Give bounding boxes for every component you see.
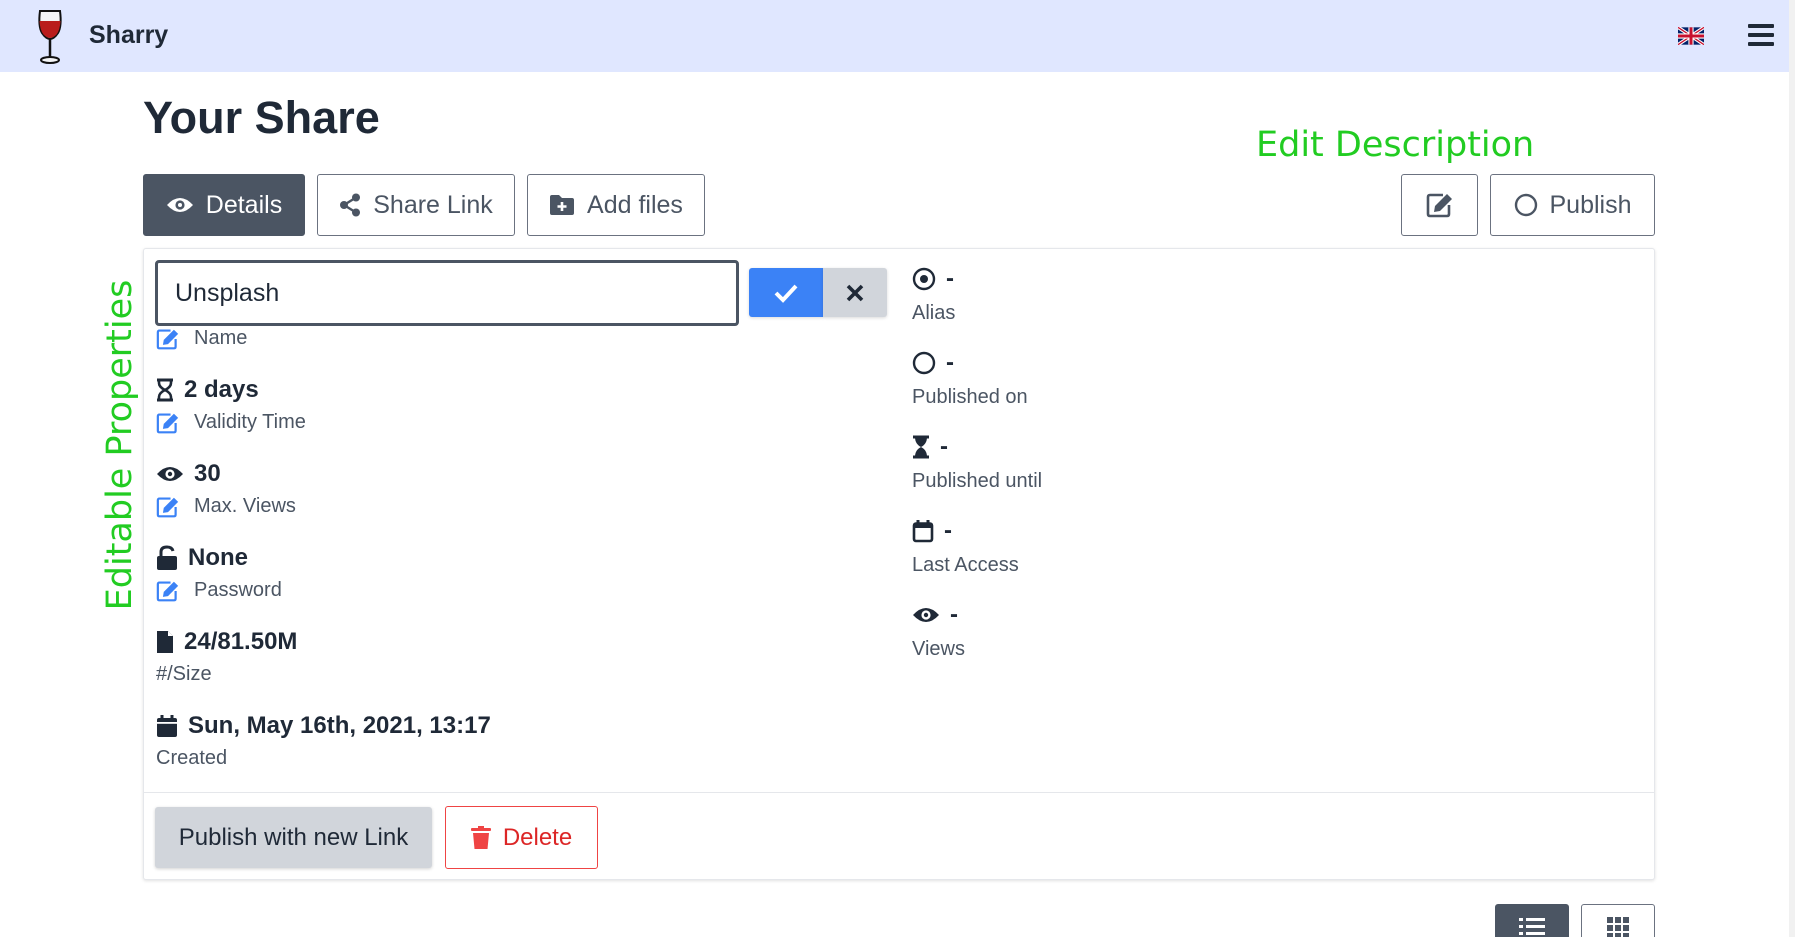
name-property-label: Name xyxy=(156,327,247,350)
alias-label: Alias xyxy=(912,302,956,324)
created-property-label: Created xyxy=(156,747,227,770)
max-views-property-label: Max. Views xyxy=(156,495,296,518)
publish-button[interactable]: Publish xyxy=(1490,174,1655,236)
list-view-button[interactable] xyxy=(1495,904,1569,937)
max-views-text: 30 xyxy=(194,460,221,487)
alias-text: - xyxy=(946,265,954,292)
circle-icon xyxy=(912,351,936,375)
alias-value: - xyxy=(912,265,954,293)
published-on-property-label: Published on xyxy=(912,386,1028,409)
published-until-label: Published until xyxy=(912,470,1043,492)
annotation-editable-properties: Editable Properties xyxy=(100,279,140,611)
delete-button[interactable]: Delete xyxy=(445,806,598,869)
validity-time-property-label: Validity Time xyxy=(156,411,306,434)
hourglass-icon xyxy=(157,378,173,402)
edit-icon xyxy=(1426,193,1452,218)
confirm-button[interactable] xyxy=(749,268,823,317)
delete-label: Delete xyxy=(502,823,573,851)
password-property-label: Password xyxy=(156,579,282,602)
password-label: Password xyxy=(194,579,282,601)
hamburger-menu-icon[interactable] xyxy=(1748,24,1774,48)
size-text: 24/81.50M xyxy=(184,628,298,655)
publish-with-new-link-button[interactable]: Publish with new Link xyxy=(155,807,432,868)
last-access-value: - xyxy=(912,517,952,545)
name-input[interactable] xyxy=(155,260,739,326)
dot-circle-icon xyxy=(912,267,936,291)
folder-plus-icon xyxy=(550,195,575,215)
hourglass-end-icon xyxy=(913,435,929,459)
annotation-edit-description: Edit Description xyxy=(1256,125,1535,165)
created-label: Created xyxy=(156,747,228,769)
tab-details[interactable]: Details xyxy=(143,174,305,236)
name-label: Name xyxy=(194,327,248,349)
edit-validity-icon[interactable] xyxy=(156,412,180,434)
eye-icon xyxy=(166,198,193,212)
views-property-label: Views xyxy=(912,638,965,661)
max-views-value: 30 xyxy=(156,460,221,488)
circle-icon xyxy=(1514,193,1537,217)
eye-icon xyxy=(913,608,939,622)
list-icon xyxy=(1519,918,1545,935)
file-icon xyxy=(157,631,173,653)
published-until-property-label: Published until xyxy=(912,470,1042,493)
grid-icon xyxy=(1607,917,1629,937)
published-until-value: - xyxy=(912,433,948,461)
tab-add-files[interactable]: Add files xyxy=(527,174,705,236)
uk-flag-icon[interactable] xyxy=(1678,27,1704,45)
max-views-label: Max. Views xyxy=(194,495,296,517)
tab-share-link-label: Share Link xyxy=(373,190,493,219)
edit-max-views-icon[interactable] xyxy=(156,496,180,518)
publish-button-label: Publish xyxy=(1549,190,1632,219)
edit-name-icon[interactable] xyxy=(156,328,180,350)
card-divider xyxy=(144,792,1654,793)
share-details-card: Name 2 days Validity Time 30 Max. Views … xyxy=(143,248,1655,880)
share-icon xyxy=(340,193,361,217)
cancel-button[interactable] xyxy=(823,268,887,317)
wine-glass-logo[interactable] xyxy=(34,8,66,66)
close-icon xyxy=(846,284,864,301)
last-access-property-label: Last Access xyxy=(912,554,1019,577)
grid-view-button[interactable] xyxy=(1581,904,1655,937)
password-text: None xyxy=(188,544,248,571)
tab-share-link[interactable]: Share Link xyxy=(317,174,515,236)
created-value: Sun, May 16th, 2021, 13:17 xyxy=(156,712,491,740)
alias-property-label: Alias xyxy=(912,302,955,325)
published-on-text: - xyxy=(946,349,954,376)
size-label: #/Size xyxy=(156,663,212,685)
top-navbar: Sharry xyxy=(0,0,1795,72)
page-title: Your Share xyxy=(143,92,380,143)
views-label: Views xyxy=(912,638,965,660)
validity-time-value: 2 days xyxy=(156,376,259,404)
trash-icon xyxy=(470,825,491,849)
last-access-text: - xyxy=(944,517,952,544)
edit-password-icon[interactable] xyxy=(156,580,180,602)
calendar-outline-icon xyxy=(912,520,934,543)
validity-time-label: Validity Time xyxy=(194,411,306,433)
views-text: - xyxy=(950,601,958,628)
edit-description-button[interactable] xyxy=(1401,174,1478,236)
app-title[interactable]: Sharry xyxy=(89,21,168,50)
publish-with-new-link-label: Publish with new Link xyxy=(178,823,409,851)
published-until-text: - xyxy=(940,433,948,460)
published-on-label: Published on xyxy=(912,386,1028,408)
password-value: None xyxy=(156,544,248,572)
scrollbar[interactable] xyxy=(1789,0,1795,937)
check-icon xyxy=(774,284,798,303)
validity-time-text: 2 days xyxy=(184,376,259,403)
size-value: 24/81.50M xyxy=(156,628,297,656)
calendar-icon xyxy=(157,715,177,737)
tab-add-files-label: Add files xyxy=(587,190,683,219)
created-text: Sun, May 16th, 2021, 13:17 xyxy=(188,712,491,739)
published-on-value: - xyxy=(912,349,954,377)
eye-icon xyxy=(157,467,183,481)
size-property-label: #/Size xyxy=(156,663,212,686)
views-value: - xyxy=(912,601,958,629)
unlock-icon xyxy=(157,545,177,570)
tab-details-label: Details xyxy=(205,190,283,219)
last-access-label: Last Access xyxy=(912,554,1019,576)
